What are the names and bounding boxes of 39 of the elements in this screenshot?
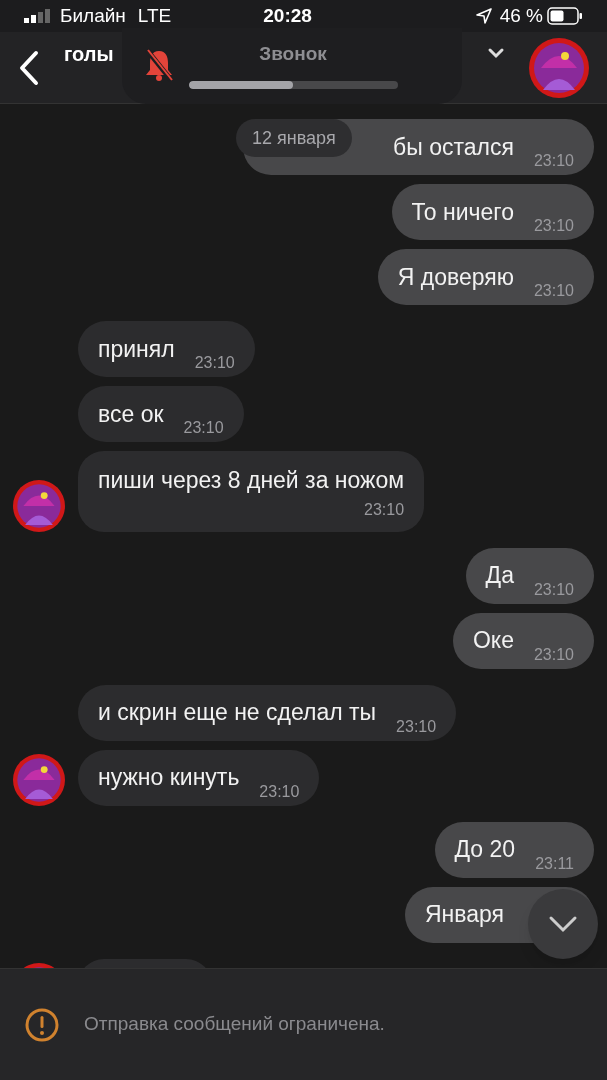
chevron-down-icon	[487, 46, 505, 59]
message-text: До 20	[454, 835, 516, 865]
message-time: 23:10	[194, 353, 235, 373]
date-label: 12 января	[236, 119, 352, 157]
back-chevron-icon	[18, 49, 40, 86]
message-time: 23:10	[183, 418, 224, 438]
message-time: 23:11	[535, 853, 574, 874]
avatar	[529, 37, 589, 98]
message-text: и скрин еще не сделал ты	[98, 698, 377, 728]
message-text: нужно кинуть	[98, 763, 240, 793]
message-time: 23:10	[533, 579, 574, 600]
message-text: принял	[98, 334, 175, 364]
call-label: Звонок	[259, 42, 327, 66]
location-icon	[475, 8, 492, 24]
battery-label: 46 %	[499, 3, 543, 28]
message-time: 23:10	[396, 716, 437, 737]
chevron-down-icon	[548, 915, 578, 933]
message-time: 23:10	[533, 216, 574, 236]
message-time: 23:10	[533, 151, 574, 171]
expand-button[interactable]	[487, 46, 505, 59]
message-time: 23:10	[259, 781, 300, 802]
network-label: LTE	[137, 3, 172, 28]
message-time: 23:10	[533, 281, 574, 301]
clock: 20:28	[263, 3, 312, 28]
message-time: 23:10	[364, 499, 405, 520]
battery-icon	[547, 7, 583, 25]
message-text: Января	[424, 900, 504, 930]
chat-title: голы	[64, 41, 115, 67]
message-text: То ничего	[411, 197, 514, 227]
message-time: 23:10	[533, 644, 574, 665]
message-text: бы остался	[393, 132, 514, 162]
message-text: все ок	[98, 399, 164, 429]
warning-icon	[24, 1006, 60, 1043]
message-text: Да	[485, 561, 514, 591]
message-text: Оке	[472, 626, 514, 656]
restriction-notice: Отправка сообщений ограничена.	[84, 1012, 385, 1037]
carrier-label: Билайн	[60, 3, 126, 28]
message-text: Я доверяю	[397, 262, 514, 292]
message-text: пиши через 8 дней за ножом	[98, 466, 405, 495]
